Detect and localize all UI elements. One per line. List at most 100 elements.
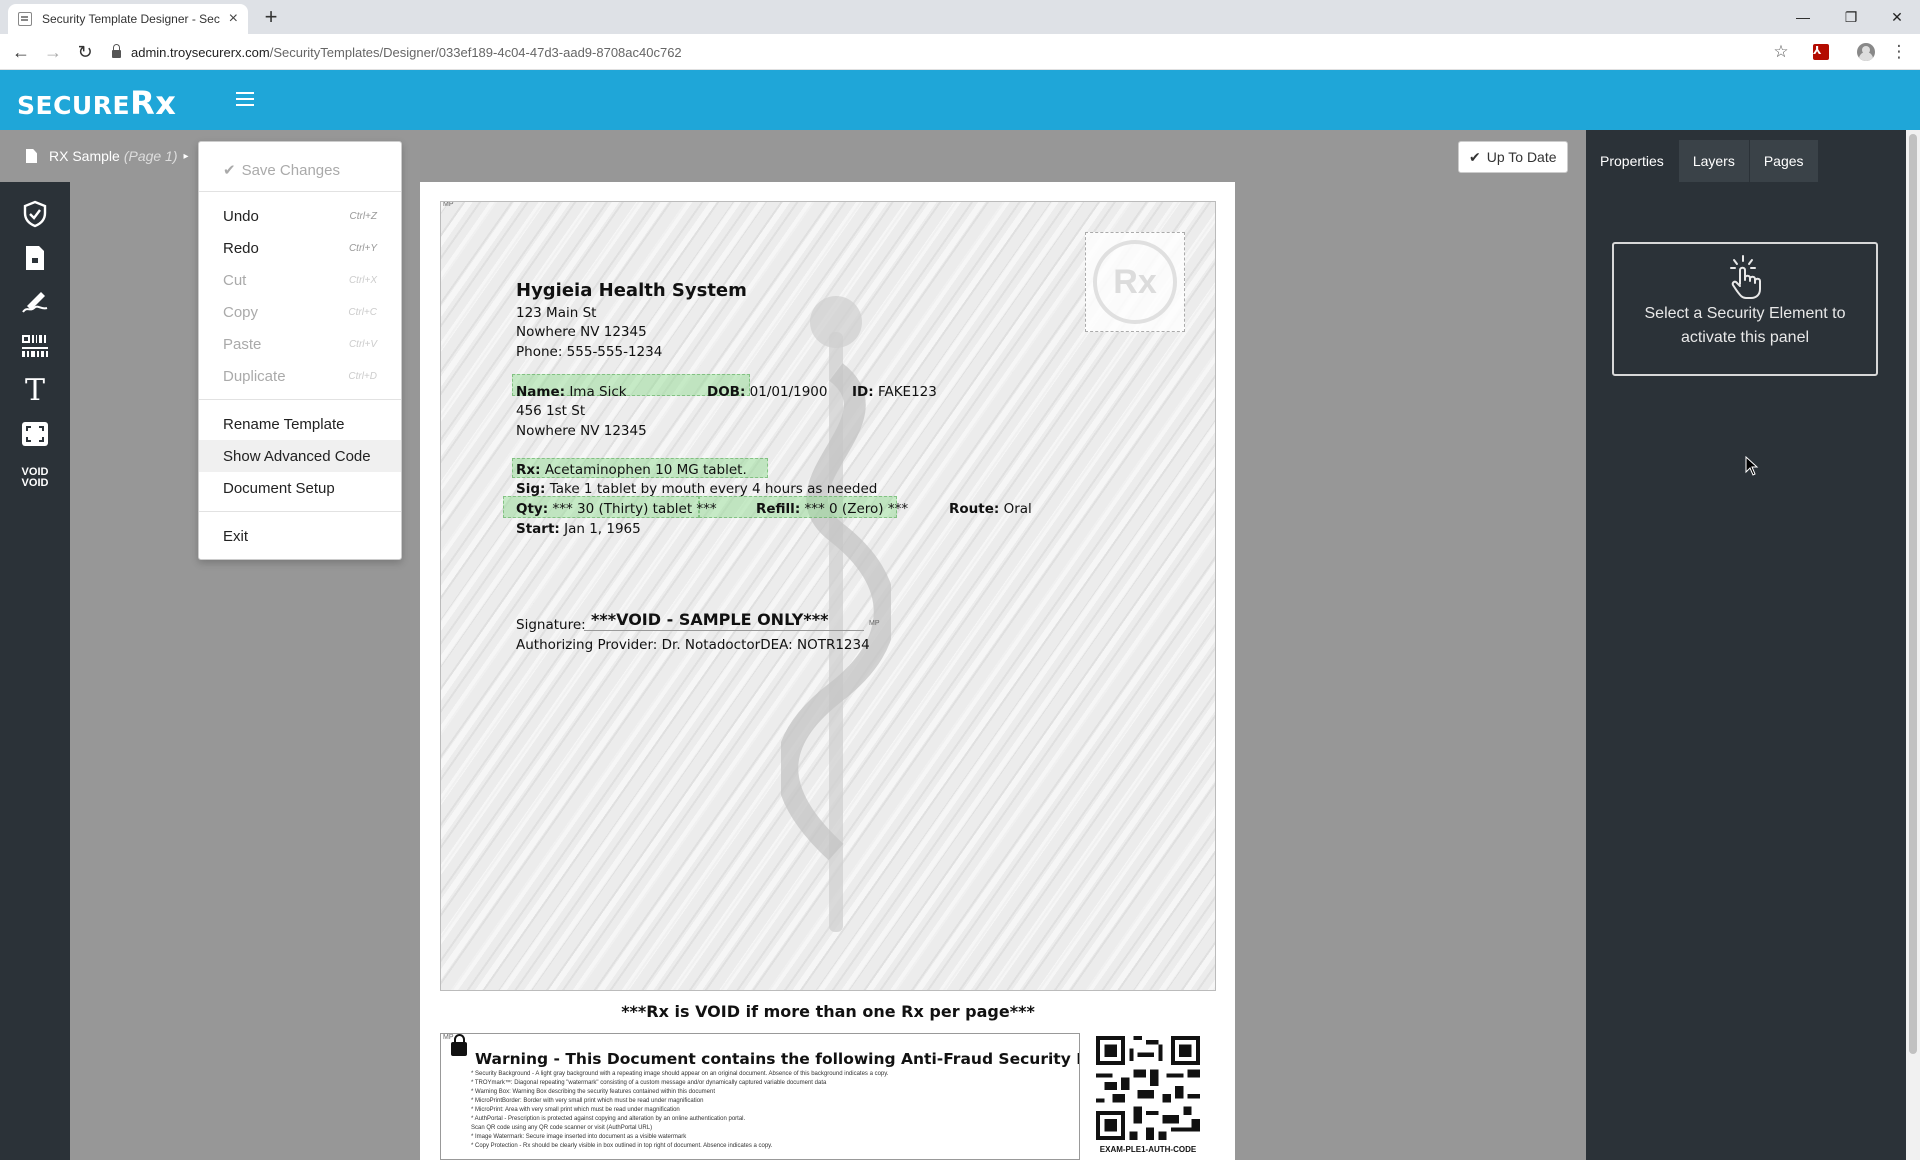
warning-line: * AuthPortal - Prescription is protected… bbox=[471, 1116, 746, 1122]
document-setup-menu-item[interactable]: Document Setup bbox=[199, 472, 401, 504]
cut-menu-item[interactable]: Cut Ctrl+X bbox=[199, 264, 401, 296]
hospital-address-1: 123 Main St bbox=[516, 305, 597, 321]
browser-tab-title: Security Template Designer - Sec bbox=[42, 12, 220, 26]
prescription-sheet[interactable]: MP Rx Hygieia Health System 123 Main St … bbox=[440, 201, 1216, 991]
authorizing-provider: Authorizing Provider: Dr. NotadoctorDEA:… bbox=[516, 637, 870, 653]
document-favicon-icon bbox=[18, 12, 32, 26]
breadcrumb[interactable]: RX Sample (Page 1) ▸ bbox=[26, 148, 189, 164]
warning-line: * MicroPrintBorder: Border with very sma… bbox=[471, 1098, 704, 1104]
check-icon: ✔ bbox=[1469, 148, 1481, 165]
signature-void-text[interactable]: ***VOID - SAMPLE ONLY*** bbox=[591, 610, 828, 629]
browser-menu-icon[interactable]: ⋮ bbox=[1888, 41, 1910, 63]
paste-shortcut: Ctrl+V bbox=[348, 338, 377, 350]
copy-menu-item[interactable]: Copy Ctrl+C bbox=[199, 296, 401, 328]
app-header: SECURERx bbox=[0, 70, 1920, 130]
hospital-name[interactable]: Hygieia Health System bbox=[516, 280, 747, 301]
up-to-date-button[interactable]: ✔ Up To Date bbox=[1458, 141, 1568, 173]
paste-menu-item[interactable]: Paste Ctrl+V bbox=[199, 328, 401, 360]
warning-line: * Warning Box: Warning Box describing th… bbox=[471, 1089, 716, 1095]
copy-protection-seal[interactable]: Rx bbox=[1085, 232, 1185, 332]
exit-menu-item[interactable]: Exit bbox=[199, 520, 401, 552]
browser-tab[interactable]: Security Template Designer - Sec × bbox=[8, 4, 248, 34]
start-value: Jan 1, 1965 bbox=[564, 521, 641, 537]
scrollbar-thumb[interactable] bbox=[1909, 134, 1917, 1054]
redo-menu-item[interactable]: Redo Ctrl+Y bbox=[199, 232, 401, 264]
show-advanced-code-menu-item[interactable]: Show Advanced Code bbox=[199, 440, 401, 472]
menu-divider bbox=[199, 191, 401, 192]
qr-code-icon[interactable] bbox=[1096, 1036, 1200, 1140]
pdf-extension-icon[interactable]: ⅄ bbox=[1810, 41, 1832, 63]
page-scrollbar[interactable] bbox=[1906, 130, 1920, 1160]
bookmark-star-icon[interactable]: ☆ bbox=[1770, 41, 1792, 63]
warning-title: Warning - This Document contains the fol… bbox=[475, 1050, 1079, 1068]
page-element-icon[interactable] bbox=[0, 238, 70, 278]
name-label: Name: bbox=[516, 384, 566, 400]
tab-properties[interactable]: Properties bbox=[1586, 140, 1679, 182]
shield-check-icon[interactable] bbox=[0, 194, 70, 234]
warning-line: * Image Watermark: Secure image inserted… bbox=[471, 1134, 687, 1140]
reload-icon[interactable]: ↻ bbox=[73, 40, 97, 64]
lock-icon bbox=[112, 44, 121, 58]
cut-shortcut: Ctrl+X bbox=[348, 274, 377, 286]
undo-menu-item[interactable]: Undo Ctrl+Z bbox=[199, 200, 401, 232]
start-line: Start: Jan 1, 1965 bbox=[516, 520, 641, 540]
copy-label: Copy bbox=[223, 303, 259, 321]
undo-label: Undo bbox=[223, 207, 259, 225]
text-icon[interactable]: T bbox=[0, 370, 70, 410]
duplicate-shortcut: Ctrl+D bbox=[348, 370, 377, 382]
restore-icon[interactable]: ❐ bbox=[1828, 0, 1874, 34]
qr-barcode-icon[interactable] bbox=[0, 326, 70, 366]
paste-label: Paste bbox=[223, 335, 262, 353]
signature-label: Signature: bbox=[516, 617, 586, 633]
tab-pages[interactable]: Pages bbox=[1749, 140, 1819, 182]
forward-icon[interactable]: → bbox=[41, 40, 65, 64]
close-tab-icon[interactable]: × bbox=[229, 10, 238, 28]
rx-seal-text: Rx bbox=[1093, 240, 1177, 324]
hospital-address-2: Nowhere NV 12345 bbox=[516, 324, 647, 340]
warning-line: * TROYmark™: Diagonal repeating "waterma… bbox=[471, 1080, 827, 1086]
void-notice[interactable]: ***Rx is VOID if more than one Rx per pa… bbox=[440, 1002, 1216, 1021]
check-icon: ✔ bbox=[223, 162, 236, 179]
dob-value: 01/01/1900 bbox=[749, 384, 828, 400]
minimize-icon[interactable]: — bbox=[1780, 0, 1826, 34]
redo-label: Redo bbox=[223, 239, 259, 257]
hamburger-menu-icon[interactable] bbox=[236, 92, 254, 106]
duplicate-menu-item[interactable]: Duplicate Ctrl+D bbox=[199, 360, 401, 392]
void-icon[interactable]: VOID VOID bbox=[0, 458, 70, 498]
rx-line: Rx: Acetaminophen 10 MG tablet. bbox=[516, 461, 747, 481]
hospital-phone: Phone: 555-555-1234 bbox=[516, 343, 662, 363]
warning-line: * MicroPrint: Area with very small print… bbox=[471, 1107, 680, 1113]
refill-value: *** 0 (Zero) *** bbox=[804, 501, 909, 517]
securerx-logo[interactable]: SECURERx bbox=[17, 84, 176, 122]
duplicate-label: Duplicate bbox=[223, 367, 286, 385]
panel-tabs: Properties Layers Pages bbox=[1586, 140, 1819, 182]
save-changes-menu-item[interactable]: ✔ Save Changes bbox=[199, 154, 401, 186]
new-tab-icon[interactable]: + bbox=[258, 4, 284, 30]
rx-label: Rx: bbox=[516, 462, 541, 478]
route-line: Route: Oral bbox=[949, 500, 1032, 520]
save-changes-label: Save Changes bbox=[241, 161, 340, 179]
warning-box[interactable]: MP Warning - This Document contains the … bbox=[440, 1033, 1080, 1160]
url-field[interactable]: admin.troysecurerx.com/SecurityTemplates… bbox=[112, 38, 1812, 66]
profile-icon[interactable] bbox=[1855, 41, 1877, 63]
phone-value: 555-555-1234 bbox=[566, 344, 663, 360]
rename-template-menu-item[interactable]: Rename Template bbox=[199, 408, 401, 440]
warning-line: * Security Background - A light gray bac… bbox=[471, 1071, 889, 1077]
patient-address-2: Nowhere NV 12345 bbox=[516, 423, 647, 439]
close-window-icon[interactable]: ✕ bbox=[1874, 0, 1920, 34]
browser-tabstrip: Security Template Designer - Sec × + — ❐… bbox=[0, 0, 1920, 34]
back-icon[interactable]: ← bbox=[9, 40, 33, 64]
tool-rail: T VOID VOID bbox=[0, 182, 70, 1160]
start-label: Start: bbox=[516, 521, 560, 537]
refill-label: Refill: bbox=[756, 501, 801, 517]
warning-line: Scan QR code using any QR code scanner o… bbox=[471, 1125, 653, 1131]
logo-rx: Rx bbox=[130, 84, 177, 122]
id-label: ID: bbox=[852, 384, 874, 400]
route-value: Oral bbox=[1003, 501, 1032, 517]
signature-pen-icon[interactable] bbox=[0, 282, 70, 322]
tab-layers[interactable]: Layers bbox=[1678, 140, 1750, 182]
rx-drug: Acetaminophen 10 MG tablet. bbox=[544, 462, 747, 478]
frame-icon[interactable] bbox=[0, 414, 70, 454]
lock-icon bbox=[451, 1034, 467, 1056]
empty-state-card: Select a Security Element to activate th… bbox=[1612, 242, 1878, 376]
